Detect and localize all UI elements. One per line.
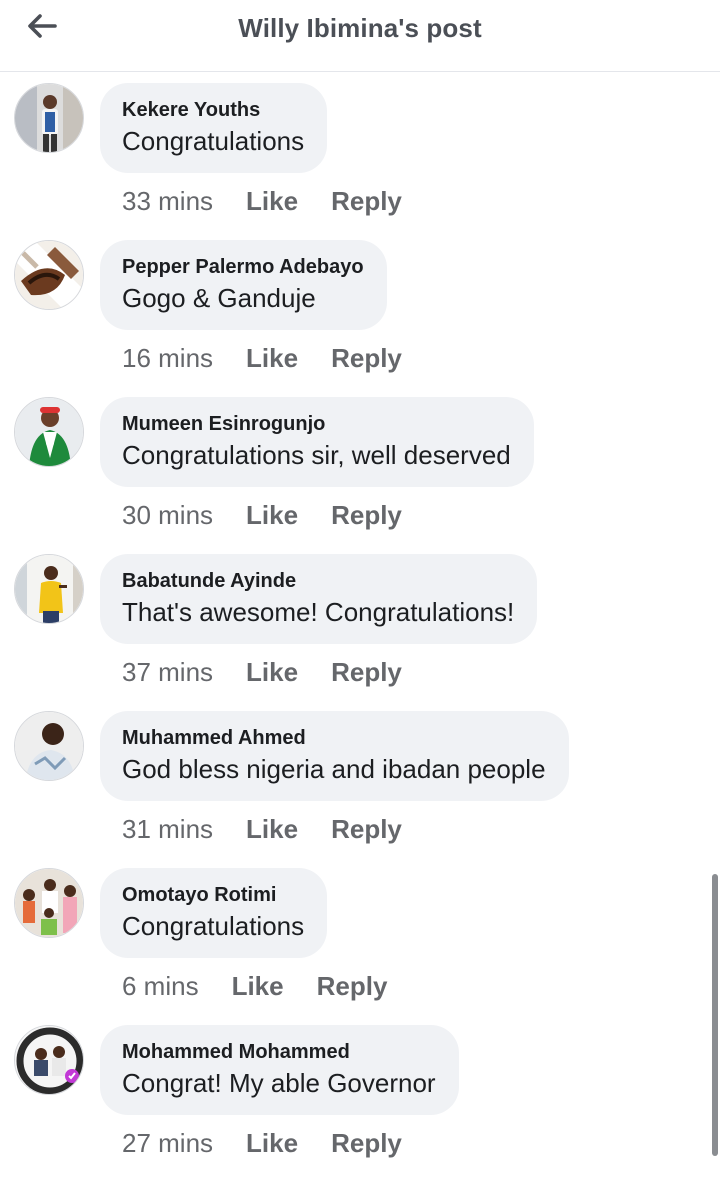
comment-bubble: Mohammed Mohammed Congrat! My able Gover… — [100, 1025, 459, 1115]
comment-actions: 6 mins Like Reply — [122, 969, 387, 1003]
comment-actions: 16 mins Like Reply — [122, 341, 402, 375]
comment-timestamp[interactable]: 37 mins — [122, 655, 213, 689]
top-bar: Willy Ibimina's post — [0, 0, 720, 72]
comment-text: Congratulations — [122, 911, 305, 941]
comment-bubble: Muhammed Ahmed God bless nigeria and iba… — [100, 711, 569, 801]
comment-item: Pepper Palermo Adebayo Gogo & Ganduje 16… — [0, 229, 720, 386]
avatar[interactable] — [14, 83, 84, 153]
comment-text: Gogo & Ganduje — [122, 283, 316, 313]
comment-author[interactable]: Pepper Palermo Adebayo — [122, 255, 364, 279]
reply-button[interactable]: Reply — [331, 498, 402, 532]
comment-list: Kekere Youths Congratulations 33 mins Li… — [0, 72, 720, 1171]
comment-bubble: Babatunde Ayinde That's awesome! Congrat… — [100, 554, 538, 644]
comment-bubble: Kekere Youths Congratulations — [100, 83, 328, 173]
reply-button[interactable]: Reply — [331, 184, 402, 218]
like-button[interactable]: Like — [246, 812, 298, 846]
reply-button[interactable]: Reply — [331, 655, 402, 689]
reply-button[interactable]: Reply — [317, 969, 388, 1003]
reply-button[interactable]: Reply — [331, 341, 402, 375]
comment-item: Muhammed Ahmed God bless nigeria and iba… — [0, 700, 720, 857]
comment-author[interactable]: Mumeen Esinrogunjo — [122, 412, 511, 436]
reply-button[interactable]: Reply — [331, 1126, 402, 1160]
avatar[interactable] — [14, 1025, 84, 1095]
page-title: Willy Ibimina's post — [238, 13, 482, 43]
comment-text: God bless nigeria and ibadan people — [122, 754, 546, 784]
comment-item: Mumeen Esinrogunjo Congratulations sir, … — [0, 386, 720, 543]
comment-timestamp[interactable]: 31 mins — [122, 812, 213, 846]
scrollbar[interactable] — [712, 874, 718, 1156]
comment-author[interactable]: Muhammed Ahmed — [122, 726, 546, 750]
comment-text: That's awesome! Congratulations! — [122, 597, 515, 627]
avatar[interactable] — [14, 711, 84, 781]
comment-actions: 27 mins Like Reply — [122, 1126, 402, 1160]
comment-timestamp[interactable]: 30 mins — [122, 498, 213, 532]
like-button[interactable]: Like — [246, 1126, 298, 1160]
like-button[interactable]: Like — [246, 341, 298, 375]
comment-actions: 30 mins Like Reply — [122, 498, 402, 532]
comment-bubble: Omotayo Rotimi Congratulations — [100, 868, 328, 958]
comment-item: Babatunde Ayinde That's awesome! Congrat… — [0, 543, 720, 700]
comment-timestamp[interactable]: 33 mins — [122, 184, 213, 218]
comment-actions: 37 mins Like Reply — [122, 655, 402, 689]
reply-button[interactable]: Reply — [331, 812, 402, 846]
comment-bubble: Pepper Palermo Adebayo Gogo & Ganduje — [100, 240, 387, 330]
comment-text: Congratulations sir, well deserved — [122, 440, 511, 470]
like-button[interactable]: Like — [246, 184, 298, 218]
comment-author[interactable]: Babatunde Ayinde — [122, 569, 514, 593]
comment-item: Kekere Youths Congratulations 33 mins Li… — [0, 72, 720, 229]
comment-text: Congrat! My able Governor — [122, 1068, 436, 1098]
comment-timestamp[interactable]: 6 mins — [122, 969, 199, 1003]
comment-actions: 33 mins Like Reply — [122, 184, 402, 218]
avatar[interactable] — [14, 397, 84, 467]
like-button[interactable]: Like — [246, 498, 298, 532]
avatar[interactable] — [14, 240, 84, 310]
like-button[interactable]: Like — [232, 969, 284, 1003]
comment-timestamp[interactable]: 16 mins — [122, 341, 213, 375]
comment-bubble: Mumeen Esinrogunjo Congratulations sir, … — [100, 397, 534, 487]
like-button[interactable]: Like — [246, 655, 298, 689]
avatar[interactable] — [14, 868, 84, 938]
comment-actions: 31 mins Like Reply — [122, 812, 402, 846]
comment-timestamp[interactable]: 27 mins — [122, 1126, 213, 1160]
comment-author[interactable]: Kekere Youths — [122, 98, 304, 122]
comment-author[interactable]: Mohammed Mohammed — [122, 1040, 436, 1064]
comment-author[interactable]: Omotayo Rotimi — [122, 883, 304, 907]
avatar[interactable] — [14, 554, 84, 624]
comment-item: Mohammed Mohammed Congrat! My able Gover… — [0, 1014, 720, 1171]
comment-text: Congratulations — [122, 126, 305, 156]
comment-item: Omotayo Rotimi Congratulations 6 mins Li… — [0, 857, 720, 1014]
